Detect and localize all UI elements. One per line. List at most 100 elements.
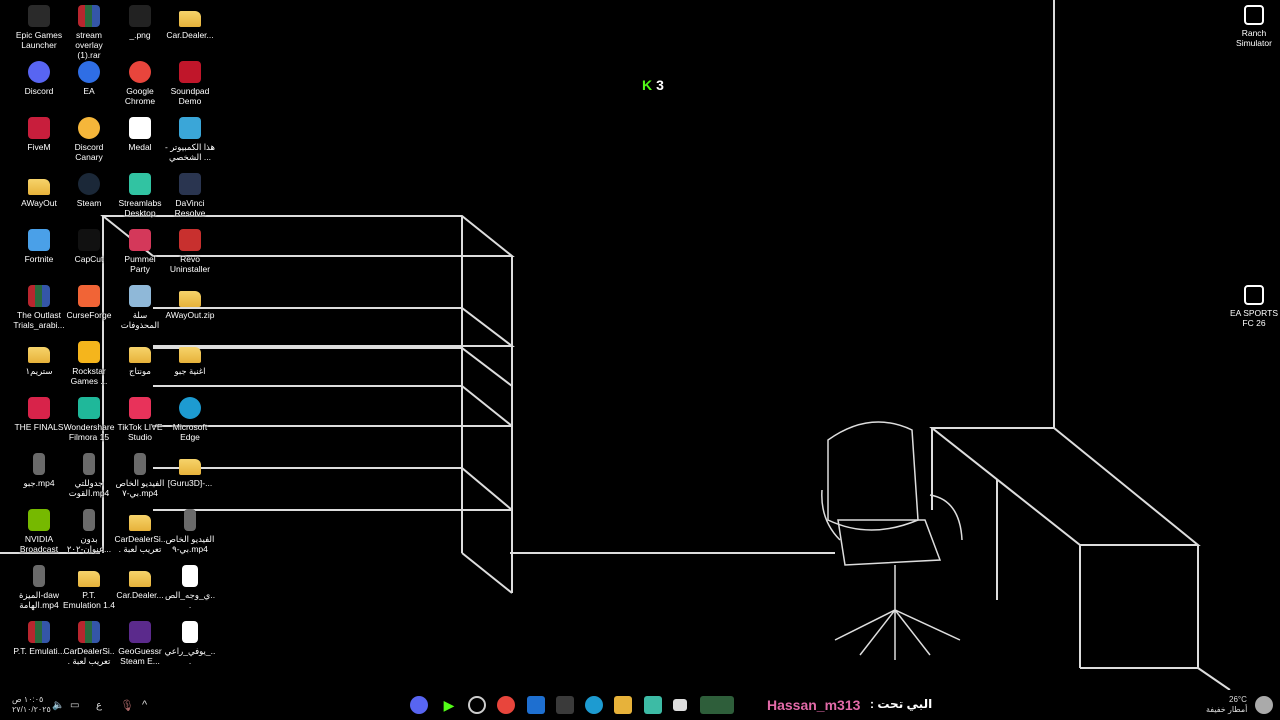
desktop-icon-label: EA [83,86,95,96]
desktop-icon[interactable]: ستريم١ [13,341,65,376]
outlook-icon[interactable] [527,696,545,714]
desktop-icon-label: بدون عنوان-٢٠٢... [66,534,112,554]
desktop-icon[interactable]: Discord [13,61,65,96]
desktop-icon[interactable]: Epic Games Launcher [13,5,65,50]
filmora-icon [78,397,100,419]
file-explorer-icon[interactable] [614,696,632,714]
discord-taskbar-icon[interactable] [410,696,428,714]
nvidia-icon [28,509,50,531]
desktop-icon[interactable]: بدون عنوان-٢٠٢... [63,509,115,554]
desktop-icon[interactable]: CarDealerSi... تعريب لعبة [114,509,166,554]
store-icon[interactable] [556,696,574,714]
desktop-icon[interactable]: _.png [114,5,166,40]
language-indicator[interactable]: ع [96,700,102,711]
desktop-icon[interactable]: CurseForge [63,285,115,320]
obs-icon[interactable] [468,696,486,714]
soundpad-icon [179,61,201,83]
microphone-icon[interactable]: 🎙 [120,699,134,712]
desktop-icon-label: Streamlabs Desktop [118,198,162,218]
desktop-icon[interactable]: جبو.mp4 [13,453,65,488]
desktop-icon[interactable]: stream overlay (1).rar [63,5,115,60]
video-file-icon [134,453,146,475]
chat-message: : البي تحت [870,697,933,711]
desktop-icon[interactable]: Steam [63,173,115,208]
desktop-icon[interactable]: اغنية جبو [164,341,216,376]
clock-time[interactable]: ١٠:٠٥ ص [12,695,43,704]
desktop-icon[interactable]: P.T. Emulati... [13,621,65,656]
ea-icon [78,61,100,83]
desktop-icon[interactable]: DaVinci Resolve [164,173,216,218]
desktop-icon-label: Car.Dealer... [116,590,164,600]
desktop-icon-label: ي_وجه_الص... [164,590,216,610]
curseforge-icon [78,285,100,307]
desktop-icon[interactable]: Fortnite [13,229,65,264]
desktop-icon[interactable]: Google Chrome [114,61,166,106]
desktop-icon-label: Pummel Party [124,254,156,274]
clock-date[interactable]: ٢٧/١٠/٢٠٢٥ [12,705,51,714]
filmora-taskbar-icon[interactable] [644,696,662,714]
desktop-icon[interactable]: The Outlast Trials_arabi... [13,285,65,330]
ea-fc-icon [1244,285,1264,305]
desktop-icon-label: الفيديو الخاص بي-٩.mp4 [165,534,215,554]
desktop-icon[interactable]: GeoGuessr Steam E... [114,621,166,666]
desktop-icon[interactable]: Discord Canary [63,117,115,162]
weather-temp[interactable]: 26°C [1229,695,1247,704]
weather-icon[interactable] [1255,696,1273,714]
desktop-icon[interactable]: TikTok LIVE Studio [114,397,166,442]
desktop-icon[interactable]: Wondershare Filmora 15 [63,397,115,442]
desktop-icon[interactable]: Car.Dealer... [114,565,166,600]
desktop-icon[interactable]: AWayOut.zip [164,285,216,320]
desktop-icon-label: CarDealerSi... تعريب لعبة [63,646,115,666]
taskbar: ١٠:٠٥ ص ٢٧/١٠/٢٠٢٥ 🔈 ▭ ع 🎙 ^ ▶ 26°C أمطا… [0,690,1280,720]
desktop-icon[interactable]: NVIDIA Broadcast [13,509,65,554]
window-icon[interactable] [673,699,687,711]
desktop-icon[interactable]: Car.Dealer... [164,5,216,40]
desktop-icon[interactable]: Streamlabs Desktop [114,173,166,218]
desktop-icon[interactable]: Microsoft Edge [164,397,216,442]
edge-taskbar-icon[interactable] [585,696,603,714]
desktop-icon[interactable]: THE FINALS [13,397,65,432]
volume-icon[interactable]: 🔈 [52,700,64,711]
desktop-icon-label: Discord [24,86,54,96]
medal-icon [129,117,151,139]
desktop-icon[interactable]: FiveM [13,117,65,152]
network-icon[interactable]: ▭ [70,700,79,711]
desktop-icon[interactable]: Soundpad Demo [164,61,216,106]
document-icon [182,621,198,643]
desktop-icon[interactable]: مونتاج [114,341,166,376]
pummel-party-icon [129,229,151,251]
game-taskbar-icon[interactable] [700,696,734,714]
desktop-icon[interactable]: AWayOut [13,173,65,208]
desktop-icon[interactable]: يوفي_راعي_... [164,621,216,666]
desktop-icon[interactable]: CarDealerSi... تعريب لعبة [63,621,115,666]
desktop-icon[interactable]: سلة المحذوفات [114,285,166,330]
chrome-taskbar-icon[interactable] [497,696,515,714]
desktop-icon[interactable]: الميزة-daw الهامة.mp4 [13,565,65,610]
desktop-icon[interactable]: الفيديو الخاص بي-٩.mp4 [164,509,216,554]
desktop-icon[interactable]: جدوللتي القوت.mp4 [63,453,115,498]
desktop-icon-label: CapCut [74,254,104,264]
desktop-icon[interactable]: CapCut [63,229,115,264]
chevron-up-icon[interactable]: ^ [142,699,147,711]
desktop-icon[interactable]: P.T. Emulation 1.4 [63,565,115,610]
the-finals-icon [28,397,50,419]
play-icon[interactable]: ▶ [440,696,458,714]
geoguessr-icon [129,621,151,643]
video-file-icon [83,453,95,475]
desktop-icon[interactable]: الفيديو الخاص بي-٧.mp4 [114,453,166,498]
rar-icon [78,5,100,27]
desktop-icon[interactable]: Revo Uninstaller [164,229,216,274]
viewer-count: 3 [656,77,664,93]
weather-desc[interactable]: أمطار خفيفة [1206,705,1247,714]
desktop-icon[interactable]: Pummel Party [114,229,166,274]
desktop-icon[interactable]: EA [63,61,115,96]
desktop-icon[interactable]: [Guru3D]-... [164,453,216,488]
desktop-icon-label: الفيديو الخاص بي-٧.mp4 [115,478,165,498]
desktop-icon[interactable]: EA SPORTS FC 26 [1228,285,1280,328]
desktop-icon[interactable]: Rockstar Games ... [63,341,115,386]
epic-icon [28,5,50,27]
desktop-icon[interactable]: Medal [114,117,166,152]
desktop-icon[interactable]: ي_وجه_الص... [164,565,216,610]
desktop-icon[interactable]: هذا الكمبيوتر - الشخصي ... [164,117,216,162]
desktop-icon[interactable]: Ranch Simulator [1228,5,1280,48]
